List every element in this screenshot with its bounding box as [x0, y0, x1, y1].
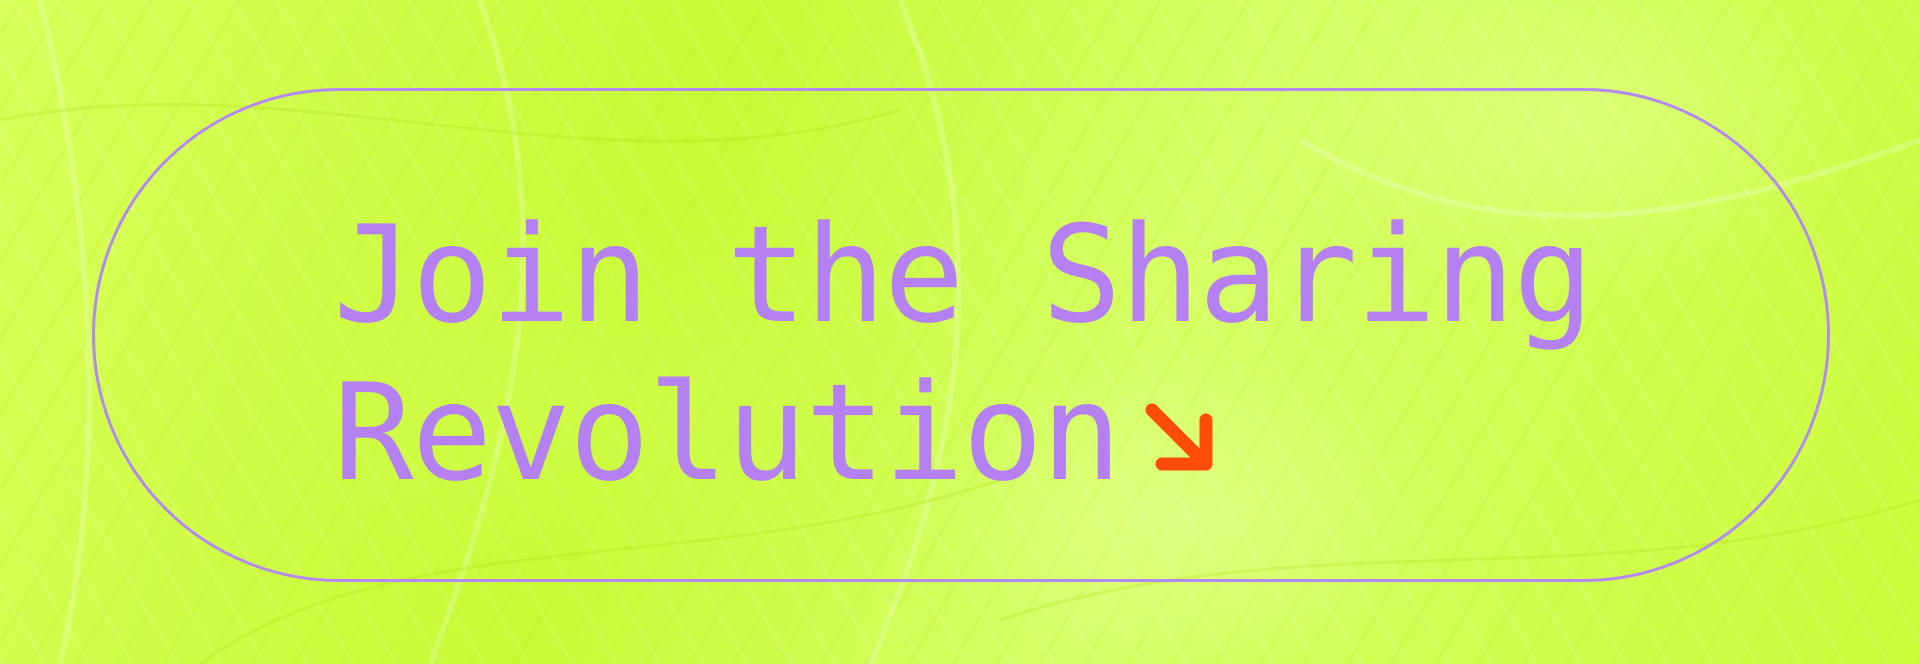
- arrow-down-right-icon[interactable]: [1140, 398, 1220, 478]
- headline: Join the Sharing Revolution: [333, 196, 1594, 512]
- headline-line-1: Join the Sharing: [333, 197, 1594, 353]
- headline-line-2-text: Revolution: [333, 355, 1122, 511]
- headline-line-2: Revolution: [333, 354, 1592, 512]
